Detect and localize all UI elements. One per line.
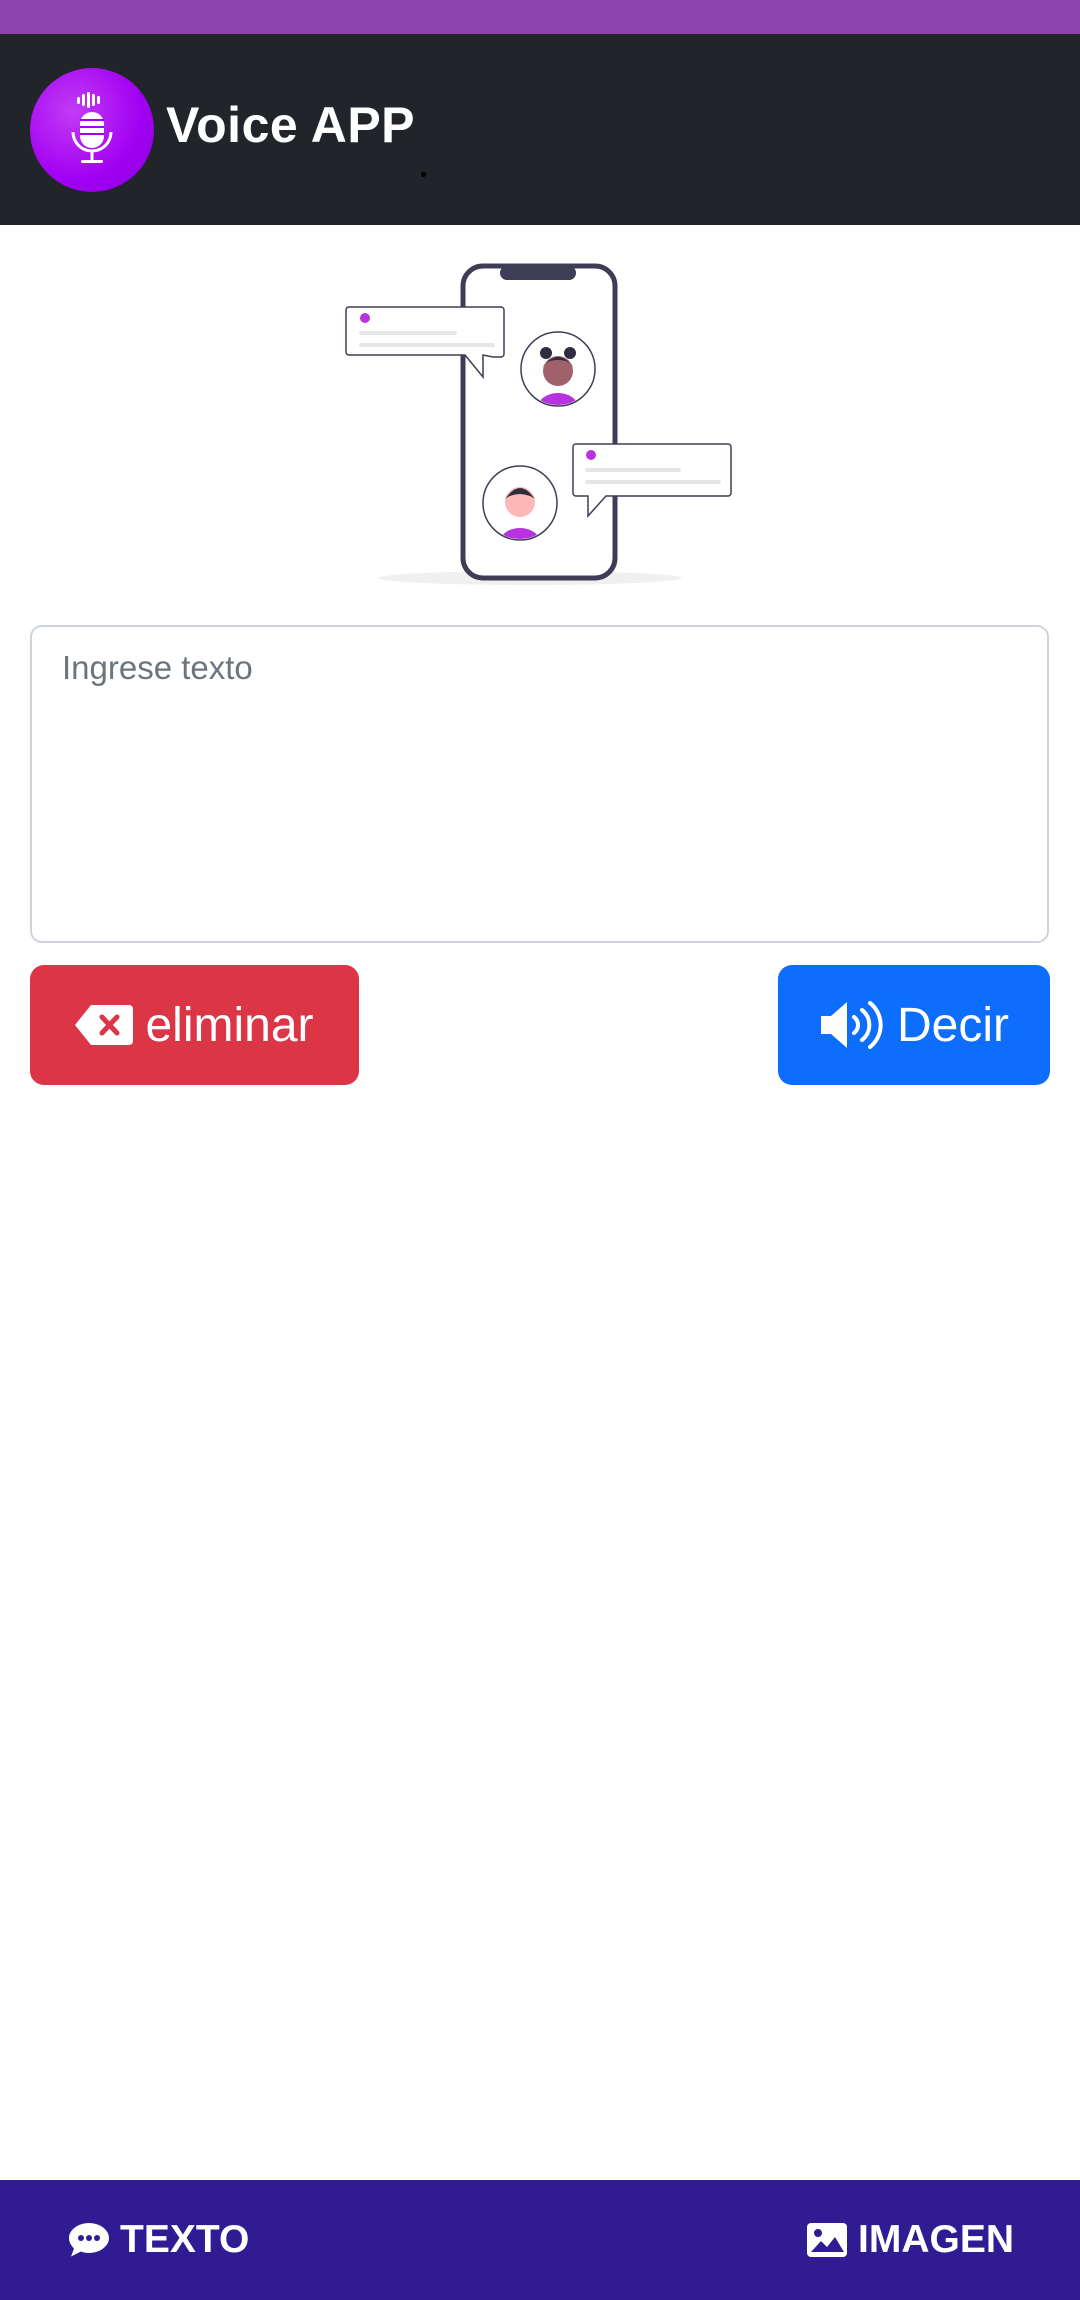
image-icon <box>807 2223 847 2257</box>
nav-item-texto-label: TEXTO <box>120 2218 250 2261</box>
delete-button-label: eliminar <box>145 998 314 1052</box>
delete-button[interactable]: eliminar <box>30 965 359 1085</box>
bottom-nav: TEXTO IMAGEN <box>0 2180 1080 2300</box>
microphone-icon <box>71 92 113 163</box>
backspace-icon <box>75 1005 134 1045</box>
title-dot <box>421 172 426 177</box>
volume-icon <box>820 1001 883 1049</box>
text-input[interactable] <box>30 625 1049 943</box>
comment-icon <box>69 2223 109 2257</box>
app-logo <box>30 68 154 192</box>
nav-item-texto[interactable]: TEXTO <box>68 2180 249 2300</box>
nav-item-imagen[interactable]: IMAGEN <box>806 2180 1014 2300</box>
app-title: Voice APP <box>166 97 416 153</box>
say-button-label: Decir <box>896 998 1009 1052</box>
chat-phone-illustration <box>345 263 732 585</box>
nav-item-imagen-label: IMAGEN <box>858 2218 1014 2261</box>
app-header: Voice APP <box>0 34 1080 225</box>
status-bar <box>0 0 1080 34</box>
say-button[interactable]: Decir <box>778 965 1050 1085</box>
